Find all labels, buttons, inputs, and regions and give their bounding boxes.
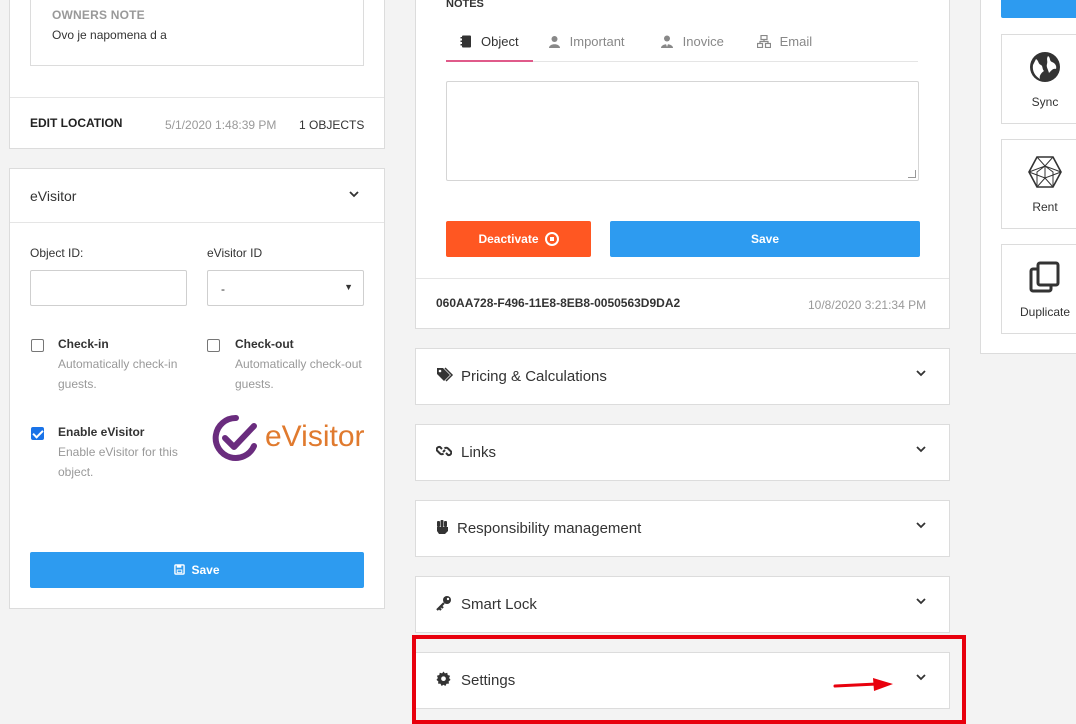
evisitor-id-value: - <box>221 282 225 296</box>
edit-location-link[interactable]: EDIT LOCATION <box>30 116 122 130</box>
polyhedron-icon <box>1028 156 1062 188</box>
globe-icon <box>1030 52 1060 82</box>
evisitor-save-label: Save <box>191 563 220 577</box>
caret-down-icon: ▼ <box>344 282 353 292</box>
tab-invoice[interactable]: Inovice <box>660 23 724 62</box>
arrow-right-icon <box>833 678 893 691</box>
chevron-down-icon[interactable] <box>348 187 360 203</box>
chevron-down-icon[interactable] <box>915 367 927 382</box>
link-icon <box>435 443 453 463</box>
tab-important-label: Important <box>569 34 625 49</box>
chevron-down-icon[interactable] <box>915 443 927 458</box>
notes-save-label: Save <box>750 232 780 246</box>
chevron-down-icon[interactable] <box>915 595 927 610</box>
evisitor-id-select[interactable]: - ▼ <box>207 270 364 306</box>
fist-icon <box>436 519 450 539</box>
owners-note-card: OWNERS NOTE Ovo je napomena d a EDIT LOC… <box>9 0 385 149</box>
accordion-responsibility[interactable]: Responsibility management <box>415 500 950 557</box>
key-icon <box>436 595 452 615</box>
tab-important[interactable]: Important <box>548 23 625 62</box>
tab-object-label: Object <box>481 34 519 49</box>
duplicate-button[interactable]: Duplicate <box>1001 244 1076 334</box>
sync-button[interactable]: Sync <box>1001 34 1076 124</box>
owners-note-text: Ovo je napomena d a <box>52 28 167 42</box>
user-tie-icon <box>660 34 678 49</box>
chevron-down-icon[interactable] <box>915 519 927 534</box>
accordion-pricing[interactable]: Pricing & Calculations <box>415 348 950 405</box>
owners-note-box: OWNERS NOTE Ovo je napomena d a <box>30 0 364 66</box>
checkin-checkbox[interactable] <box>31 339 44 352</box>
checkin-title: Check-in <box>58 337 109 351</box>
tab-email-label: Email <box>779 34 813 49</box>
accordion-pricing-label: Pricing & Calculations <box>461 368 607 385</box>
floppy-disk-icon <box>174 564 186 575</box>
tab-object[interactable]: Object <box>446 23 533 62</box>
stop-circle-icon <box>544 231 559 246</box>
evisitor-panel-title: eVisitor <box>30 188 77 204</box>
enable-evisitor-description: Enable eVisitor for this object. <box>58 445 178 479</box>
evisitor-logo-text: eVisitor <box>265 420 365 453</box>
object-guid: 060AA728-F496-11E8-8EB8-0050563D9DA2 <box>436 296 681 310</box>
evisitor-id-label: eVisitor ID <box>207 246 263 260</box>
accordion-smart-lock-label: Smart Lock <box>461 596 537 613</box>
objects-count: 1 OBJECTS <box>299 118 365 132</box>
checkin-description: Automatically check-in guests. <box>58 357 178 391</box>
notes-card: NOTES Object Important Inovice Email Dea… <box>415 0 950 329</box>
evisitor-save-button[interactable]: Save <box>30 552 364 588</box>
accordion-links[interactable]: Links <box>415 424 950 481</box>
notes-textarea[interactable] <box>446 81 919 181</box>
sync-label: Sync <box>1031 95 1059 109</box>
copy-icon <box>1029 261 1060 293</box>
divider <box>416 278 949 279</box>
evisitor-logo-mark <box>212 414 257 461</box>
divider <box>10 97 384 98</box>
object-id-label: Object ID: <box>30 246 84 260</box>
checkout-description: Automatically check-out guests. <box>235 357 362 391</box>
evisitor-card: eVisitor Object ID: eVisitor ID - ▼ Chec… <box>9 168 385 609</box>
top-action-button[interactable] <box>1001 0 1076 18</box>
checkout-title: Check-out <box>235 337 294 351</box>
notes-tabs: Object Important Inovice Email <box>446 23 918 62</box>
enable-evisitor-title: Enable eVisitor <box>58 425 145 439</box>
user-icon <box>548 34 565 49</box>
accordion-links-label: Links <box>461 444 497 461</box>
rent-label: Rent <box>1032 200 1058 214</box>
rent-button[interactable]: Rent <box>1001 139 1076 229</box>
notes-title: NOTES <box>446 0 484 10</box>
evisitor-logo: eVisitor <box>210 412 366 464</box>
tags-icon <box>436 367 454 387</box>
checkout-checkbox[interactable] <box>207 339 220 352</box>
divider <box>10 222 384 223</box>
accordion-responsibility-label: Responsibility management <box>457 520 642 537</box>
object-id-input[interactable] <box>30 270 187 306</box>
accordion-smart-lock[interactable]: Smart Lock <box>415 576 950 633</box>
owners-note-title: OWNERS NOTE <box>52 8 145 22</box>
enable-evisitor-checkbox[interactable] <box>31 427 44 440</box>
location-date: 5/1/2020 1:48:39 PM <box>165 118 277 132</box>
sitemap-icon <box>756 34 775 49</box>
duplicate-label: Duplicate <box>1019 305 1071 319</box>
object-date: 10/8/2020 3:21:34 PM <box>808 298 927 312</box>
notes-save-button[interactable]: Save <box>610 221 920 257</box>
tab-invoice-label: Inovice <box>682 34 724 49</box>
tab-email[interactable]: Email <box>756 23 813 62</box>
deactivate-button[interactable]: Deactivate <box>446 221 591 257</box>
resize-handle-icon[interactable] <box>908 170 916 178</box>
deactivate-label: Deactivate <box>478 232 539 246</box>
notebook-icon <box>460 34 476 49</box>
